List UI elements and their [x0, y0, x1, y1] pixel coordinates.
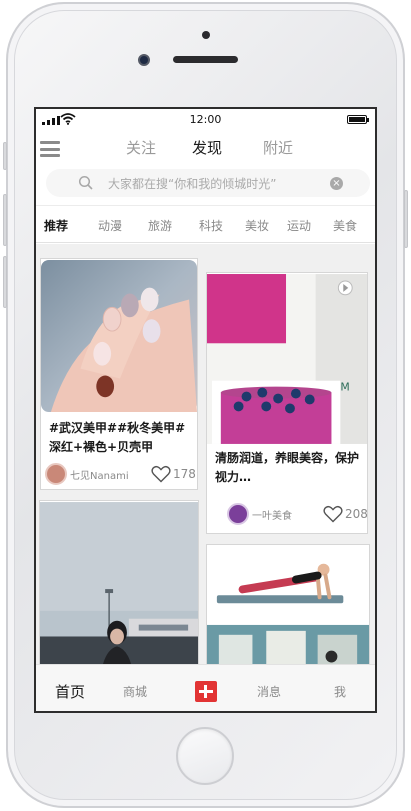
waterfall-feed: #武汉美甲##秋冬美甲#深红+裸色+贝壳甲 七见Nanami 178 M 清肠润… [36, 244, 375, 664]
category-anime[interactable]: 动漫 [98, 217, 122, 234]
like-button[interactable]: 178 [151, 465, 196, 483]
proximity-sensor [202, 31, 210, 39]
author-row: 七见Nanami [45, 463, 129, 485]
author-name[interactable]: 七见Nanami [70, 467, 129, 482]
avatar[interactable] [227, 503, 249, 525]
feed-card[interactable] [39, 500, 199, 664]
top-tabs: 关注 发现 附近 [36, 137, 375, 161]
app-screen: 12:00 关注 发现 附近 大家都在搜“你和我的倾城时光” × 推荐 动漫 旅… [34, 107, 377, 713]
home-button[interactable] [176, 727, 234, 785]
status-bar: 12:00 [36, 109, 375, 131]
author-name[interactable]: 一叶美食 [252, 507, 292, 522]
author-row: 一叶美食 [227, 503, 292, 525]
search-icon [78, 175, 93, 190]
likes-count: 178 [173, 467, 196, 481]
category-travel[interactable]: 旅游 [148, 217, 172, 234]
feed-card[interactable]: #武汉美甲##秋冬美甲#深红+裸色+贝壳甲 七见Nanami 178 [40, 258, 198, 490]
card-title: 清肠润道，养眼美容，保护视力… [215, 451, 360, 484]
category-sports[interactable]: 运动 [287, 217, 311, 234]
add-post-button[interactable] [195, 681, 217, 702]
likes-count: 208 [345, 507, 368, 521]
city-seaside-portrait-icon [40, 502, 198, 664]
avatar[interactable] [45, 463, 67, 485]
volume-down-button [3, 256, 7, 308]
search-placeholder: 大家都在搜“你和我的倾城时光” [108, 177, 277, 191]
like-button[interactable]: 208 [323, 505, 368, 523]
category-food[interactable]: 美食 [333, 217, 357, 234]
card-title: #武汉美甲##秋冬美甲#深红+裸色+贝壳甲 [49, 421, 186, 454]
feed-card[interactable]: M 清肠润道，养眼美容，保护视力… 一叶美食 208 [206, 272, 368, 534]
tab-mall[interactable]: 商城 [123, 683, 147, 700]
status-time: 12:00 [189, 113, 222, 126]
purple-smoothie-icon: M [207, 274, 367, 444]
front-camera [138, 54, 150, 66]
tab-follow[interactable]: 关注 [126, 137, 156, 158]
power-button [404, 190, 408, 248]
category-beauty[interactable]: 美妆 [245, 217, 269, 234]
heart-icon [323, 505, 343, 523]
bottom-tab-bar: 首页 商城 消息 我 [36, 664, 375, 711]
tab-discover[interactable]: 发现 [192, 137, 222, 158]
heart-icon [151, 465, 171, 483]
nails-icon [41, 259, 197, 413]
battery-icon [347, 115, 369, 124]
tab-me[interactable]: 我 [334, 683, 346, 700]
tab-messages[interactable]: 消息 [257, 683, 281, 700]
svg-text:M: M [340, 381, 349, 394]
category-tech[interactable]: 科技 [199, 217, 223, 234]
tab-home[interactable]: 首页 [55, 681, 85, 702]
yoga-plank-icon [207, 545, 369, 664]
search-input[interactable]: 大家都在搜“你和我的倾城时光” × [46, 169, 370, 197]
mute-switch [3, 142, 7, 170]
clear-icon[interactable]: × [330, 177, 343, 190]
volume-up-button [3, 194, 7, 246]
earpiece-speaker [173, 56, 238, 63]
category-tabs: 推荐 动漫 旅游 科技 美妆 运动 美食 [36, 205, 375, 243]
feed-card[interactable] [206, 544, 370, 664]
category-recommend[interactable]: 推荐 [44, 217, 68, 234]
tab-nearby[interactable]: 附近 [263, 137, 293, 158]
